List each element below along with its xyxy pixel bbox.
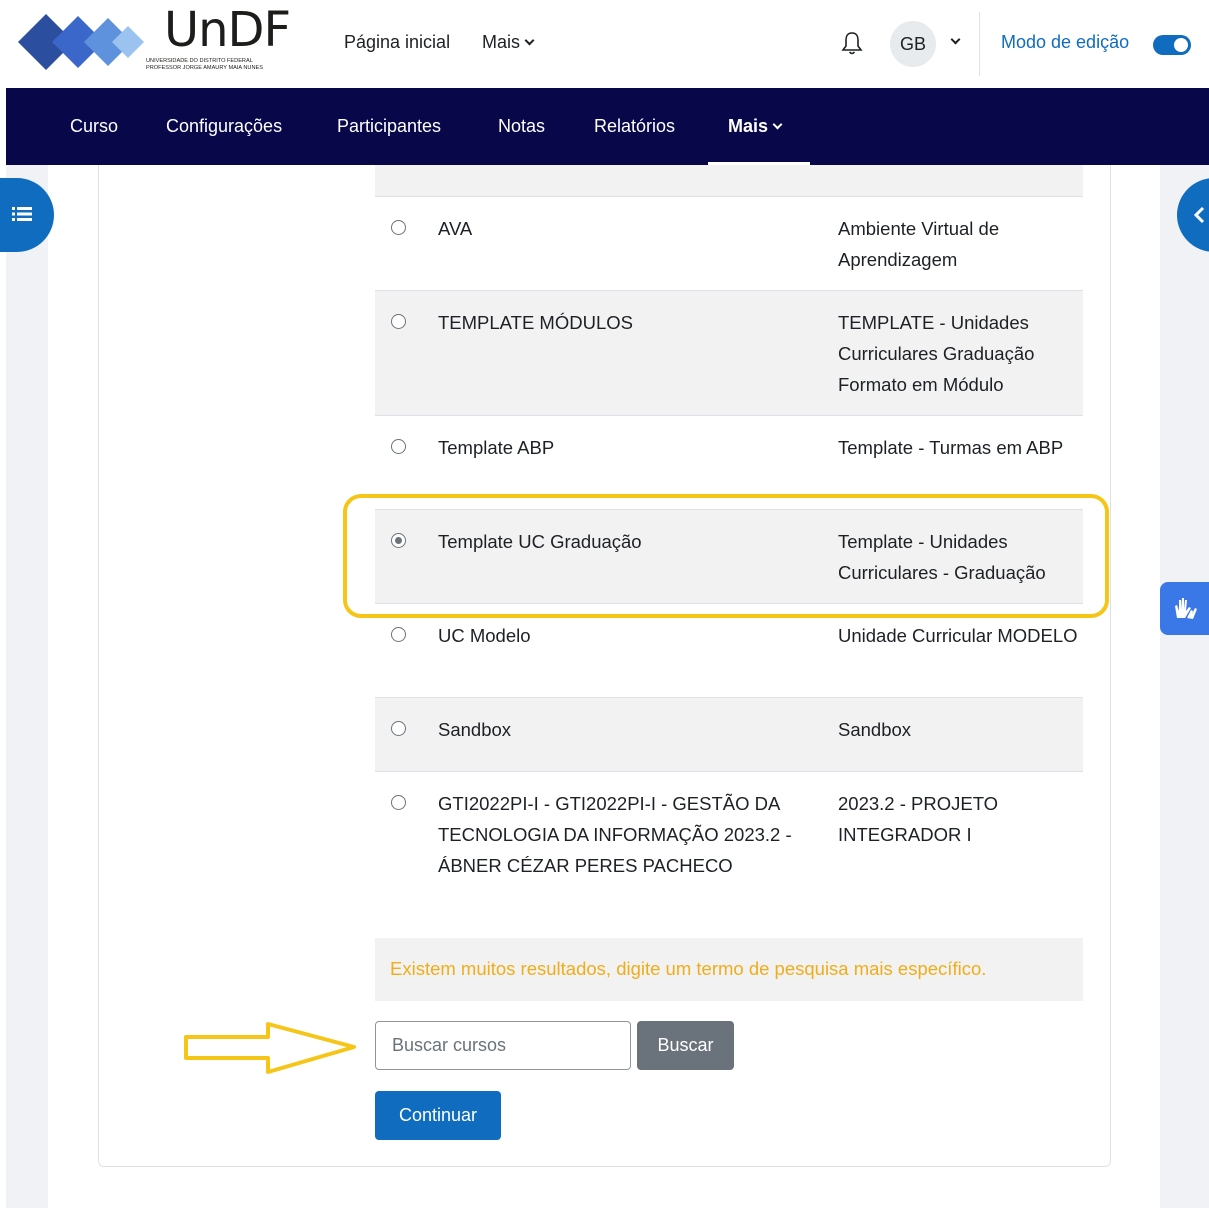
continue-button[interactable]: Continuar — [375, 1091, 501, 1140]
top-header: UnDF UNIVERSIDADE DO DISTRITO FEDERAL PR… — [0, 0, 1209, 88]
chevron-down-icon — [772, 119, 783, 130]
tab-mais[interactable]: Mais — [728, 116, 783, 137]
course-description: Ambiente Virtual de Aprendizagem — [838, 218, 1000, 270]
table-row-partial — [375, 165, 1083, 197]
course-name: GTI2022PI-I - GTI2022PI-I - GESTÃO DA TE… — [438, 793, 792, 876]
table-row[interactable]: AVA Ambiente Virtual de Aprendizagem — [375, 197, 1083, 291]
selection-highlight-annotation — [343, 494, 1109, 618]
too-many-results-warning: Existem muitos resultados, digite um ter… — [375, 938, 1083, 1001]
bell-icon[interactable] — [840, 30, 864, 56]
sign-language-hands-icon — [1175, 598, 1197, 619]
vlibras-accessibility-button[interactable] — [1160, 582, 1209, 635]
course-description: Template - Turmas em ABP — [838, 437, 1064, 458]
course-description: TEMPLATE - Unidades Curriculares Graduaç… — [838, 312, 1035, 395]
search-button[interactable]: Buscar — [637, 1021, 734, 1070]
tab-participantes[interactable]: Participantes — [337, 116, 441, 137]
table-row[interactable]: TEMPLATE MÓDULOS TEMPLATE - Unidades Cur… — [375, 291, 1083, 416]
tab-relatorios[interactable]: Relatórios — [594, 116, 675, 137]
course-radio[interactable] — [391, 795, 406, 810]
arrow-right-annotation-icon — [184, 1022, 356, 1074]
table-row[interactable]: Sandbox Sandbox — [375, 698, 1083, 772]
nav-more-label: Mais — [482, 32, 521, 52]
course-name: UC Modelo — [438, 625, 531, 646]
course-name: Template ABP — [438, 437, 555, 458]
edit-mode-label: Modo de edição — [1001, 32, 1130, 52]
nav-more-menu[interactable]: Mais — [482, 32, 535, 53]
user-menu-chevron[interactable] — [946, 34, 961, 52]
warning-text: Existem muitos resultados, digite um ter… — [390, 958, 987, 979]
header-divider — [979, 12, 980, 76]
course-navigation: Curso Configurações Participantes Notas … — [6, 88, 1209, 165]
logo-subtitle-2: PROFESSOR JORGE AMAURY MAIA NUNES — [146, 65, 263, 71]
course-name: Sandbox — [438, 719, 512, 740]
tab-configuracoes[interactable]: Configurações — [166, 116, 282, 137]
course-name: AVA — [438, 218, 473, 239]
tab-notas[interactable]: Notas — [498, 116, 545, 137]
search-courses-input[interactable] — [375, 1021, 631, 1070]
course-description: Unidade Curricular MODELO — [838, 625, 1078, 646]
course-description: Sandbox — [838, 719, 912, 740]
user-avatar[interactable]: GB — [890, 21, 936, 67]
course-radio[interactable] — [391, 314, 406, 329]
tab-curso[interactable]: Curso — [70, 116, 118, 137]
logo-subtitle-1: UNIVERSIDADE DO DISTRITO FEDERAL — [146, 58, 253, 64]
nav-home-link[interactable]: Página inicial — [344, 32, 450, 53]
chevron-down-icon — [524, 35, 535, 46]
undf-logo[interactable]: UnDF UNIVERSIDADE DO DISTRITO FEDERAL PR… — [18, 2, 298, 78]
logo-wordmark: UnDF — [164, 2, 291, 58]
table-row[interactable]: GTI2022PI-I - GTI2022PI-I - GESTÃO DA TE… — [375, 772, 1083, 938]
list-icon — [12, 207, 32, 221]
edit-mode-toggle[interactable] — [1153, 35, 1191, 55]
course-name: TEMPLATE MÓDULOS — [438, 312, 633, 333]
course-description: 2023.2 - PROJETO INTEGRADOR I — [838, 793, 999, 845]
tab-mais-label: Mais — [728, 116, 769, 136]
right-gutter — [1160, 165, 1209, 1208]
chevron-down-icon — [950, 34, 961, 45]
course-radio[interactable] — [391, 439, 406, 454]
course-radio[interactable] — [391, 220, 406, 235]
course-radio[interactable] — [391, 721, 406, 736]
course-radio[interactable] — [391, 627, 406, 642]
logo-diamonds-icon — [18, 14, 144, 70]
chevron-left-icon — [1193, 206, 1205, 224]
left-gutter — [6, 165, 48, 1208]
table-row[interactable]: UC Modelo Unidade Curricular MODELO — [375, 604, 1083, 698]
